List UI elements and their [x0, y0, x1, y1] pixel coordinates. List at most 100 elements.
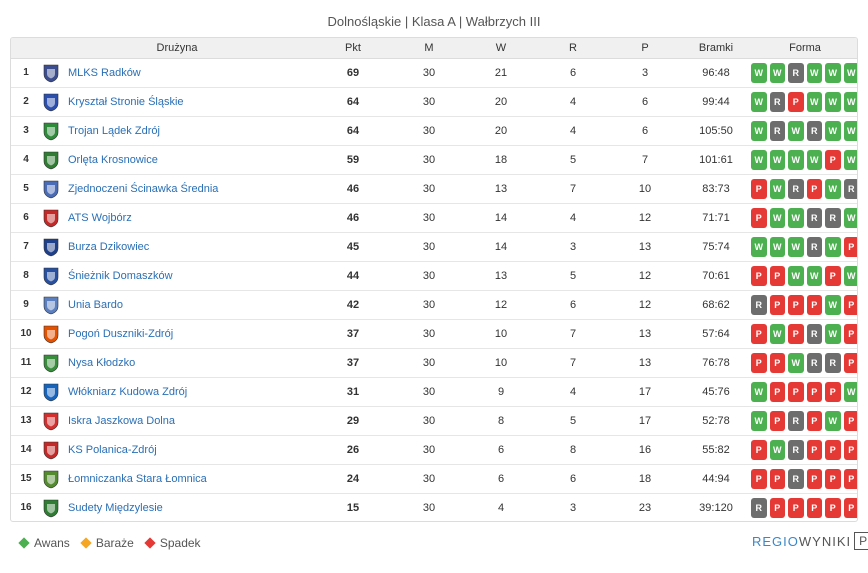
form-badge[interactable]: P	[806, 381, 822, 402]
form-badge[interactable]: W	[788, 149, 804, 170]
header-losses[interactable]: P	[609, 38, 681, 59]
form-badge[interactable]: R	[825, 207, 841, 228]
form-badge[interactable]: W	[843, 149, 857, 170]
form-badge[interactable]: W	[825, 410, 841, 431]
form-badge[interactable]: W	[769, 178, 785, 199]
form-badge[interactable]: R	[806, 352, 822, 373]
team-link[interactable]: Kryształ Stronie Śląskie	[68, 96, 184, 108]
team-link[interactable]: Zjednoczeni Ścinawka Średnia	[68, 183, 218, 195]
form-badge[interactable]: W	[769, 149, 785, 170]
form-badge[interactable]: P	[788, 91, 804, 112]
form-badge[interactable]: P	[806, 497, 822, 518]
form-badge[interactable]: P	[788, 381, 804, 402]
form-badge[interactable]: R	[769, 120, 785, 141]
form-badge[interactable]: R	[769, 91, 785, 112]
form-badge[interactable]: W	[769, 323, 785, 344]
form-badge[interactable]: W	[806, 265, 822, 286]
form-badge[interactable]: W	[751, 120, 767, 141]
form-badge[interactable]: P	[806, 439, 822, 460]
form-badge[interactable]: W	[825, 323, 841, 344]
form-badge[interactable]: P	[769, 497, 785, 518]
form-badge[interactable]: R	[806, 120, 822, 141]
brand-logo[interactable]: REGIO WYNIKI PL	[752, 532, 868, 550]
form-badge[interactable]: W	[788, 120, 804, 141]
form-badge[interactable]: P	[751, 207, 767, 228]
form-badge[interactable]: W	[843, 381, 857, 402]
form-badge[interactable]: W	[806, 91, 822, 112]
header-wins[interactable]: W	[465, 38, 537, 59]
team-link[interactable]: Włókniarz Kudowa Zdrój	[68, 386, 187, 398]
form-badge[interactable]: P	[825, 265, 841, 286]
form-badge[interactable]: W	[825, 120, 841, 141]
form-badge[interactable]: P	[769, 352, 785, 373]
team-link[interactable]: Nysa Kłodzko	[68, 357, 135, 369]
form-badge[interactable]: W	[843, 62, 857, 83]
form-badge[interactable]: P	[825, 497, 841, 518]
form-badge[interactable]: P	[788, 497, 804, 518]
form-badge[interactable]: P	[751, 323, 767, 344]
team-link[interactable]: Burza Dzikowiec	[68, 241, 149, 253]
form-badge[interactable]: R	[825, 352, 841, 373]
form-badge[interactable]: P	[843, 410, 857, 431]
form-badge[interactable]: R	[843, 178, 857, 199]
form-badge[interactable]: P	[825, 439, 841, 460]
form-badge[interactable]: W	[843, 120, 857, 141]
team-link[interactable]: Łomniczanka Stara Łomnica	[68, 473, 207, 485]
team-link[interactable]: KS Polanica-Zdrój	[68, 444, 157, 456]
form-badge[interactable]: P	[843, 323, 857, 344]
team-link[interactable]: Śnieżnik Domaszków	[68, 270, 173, 282]
form-badge[interactable]: P	[806, 410, 822, 431]
form-badge[interactable]: R	[788, 439, 804, 460]
form-badge[interactable]: W	[806, 62, 822, 83]
form-badge[interactable]: R	[788, 62, 804, 83]
team-link[interactable]: Pogoń Duszniki-Zdrój	[68, 328, 173, 340]
form-badge[interactable]: P	[751, 439, 767, 460]
form-badge[interactable]: P	[769, 265, 785, 286]
team-link[interactable]: ATS Wojbórz	[68, 212, 132, 224]
form-badge[interactable]: P	[751, 178, 767, 199]
header-goals[interactable]: Bramki	[681, 38, 751, 59]
team-link[interactable]: Orlęta Krosnowice	[68, 154, 158, 166]
form-badge[interactable]: W	[843, 265, 857, 286]
header-matches[interactable]: M	[393, 38, 465, 59]
form-badge[interactable]: W	[825, 62, 841, 83]
team-link[interactable]: Trojan Lądek Zdrój	[68, 125, 160, 137]
form-badge[interactable]: P	[751, 352, 767, 373]
form-badge[interactable]: P	[769, 410, 785, 431]
form-badge[interactable]: P	[751, 468, 767, 489]
form-badge[interactable]: R	[788, 468, 804, 489]
form-badge[interactable]: W	[825, 91, 841, 112]
form-badge[interactable]: W	[825, 178, 841, 199]
form-badge[interactable]: W	[769, 207, 785, 228]
form-badge[interactable]: R	[806, 323, 822, 344]
form-badge[interactable]: W	[806, 149, 822, 170]
form-badge[interactable]: W	[751, 410, 767, 431]
form-badge[interactable]: P	[769, 381, 785, 402]
form-badge[interactable]: W	[751, 62, 767, 83]
team-link[interactable]: Unia Bardo	[68, 299, 123, 311]
form-badge[interactable]: W	[843, 207, 857, 228]
form-badge[interactable]: P	[806, 178, 822, 199]
form-badge[interactable]: P	[806, 468, 822, 489]
team-link[interactable]: Iskra Jaszkowa Dolna	[68, 415, 175, 427]
form-badge[interactable]: P	[825, 149, 841, 170]
form-badge[interactable]: P	[843, 439, 857, 460]
form-badge[interactable]: P	[769, 468, 785, 489]
form-badge[interactable]: P	[751, 265, 767, 286]
form-badge[interactable]: P	[825, 468, 841, 489]
form-badge[interactable]: W	[825, 294, 841, 315]
form-badge[interactable]: R	[751, 294, 767, 315]
form-badge[interactable]: W	[788, 352, 804, 373]
form-badge[interactable]: R	[806, 236, 822, 257]
form-badge[interactable]: W	[751, 91, 767, 112]
form-badge[interactable]: W	[825, 236, 841, 257]
header-team[interactable]: Drużyna	[41, 38, 313, 59]
form-badge[interactable]: R	[806, 207, 822, 228]
form-badge[interactable]: P	[843, 468, 857, 489]
form-badge[interactable]: P	[825, 381, 841, 402]
form-badge[interactable]: P	[788, 294, 804, 315]
form-badge[interactable]: W	[843, 91, 857, 112]
form-badge[interactable]: R	[751, 497, 767, 518]
form-badge[interactable]: W	[788, 207, 804, 228]
form-badge[interactable]: W	[751, 149, 767, 170]
